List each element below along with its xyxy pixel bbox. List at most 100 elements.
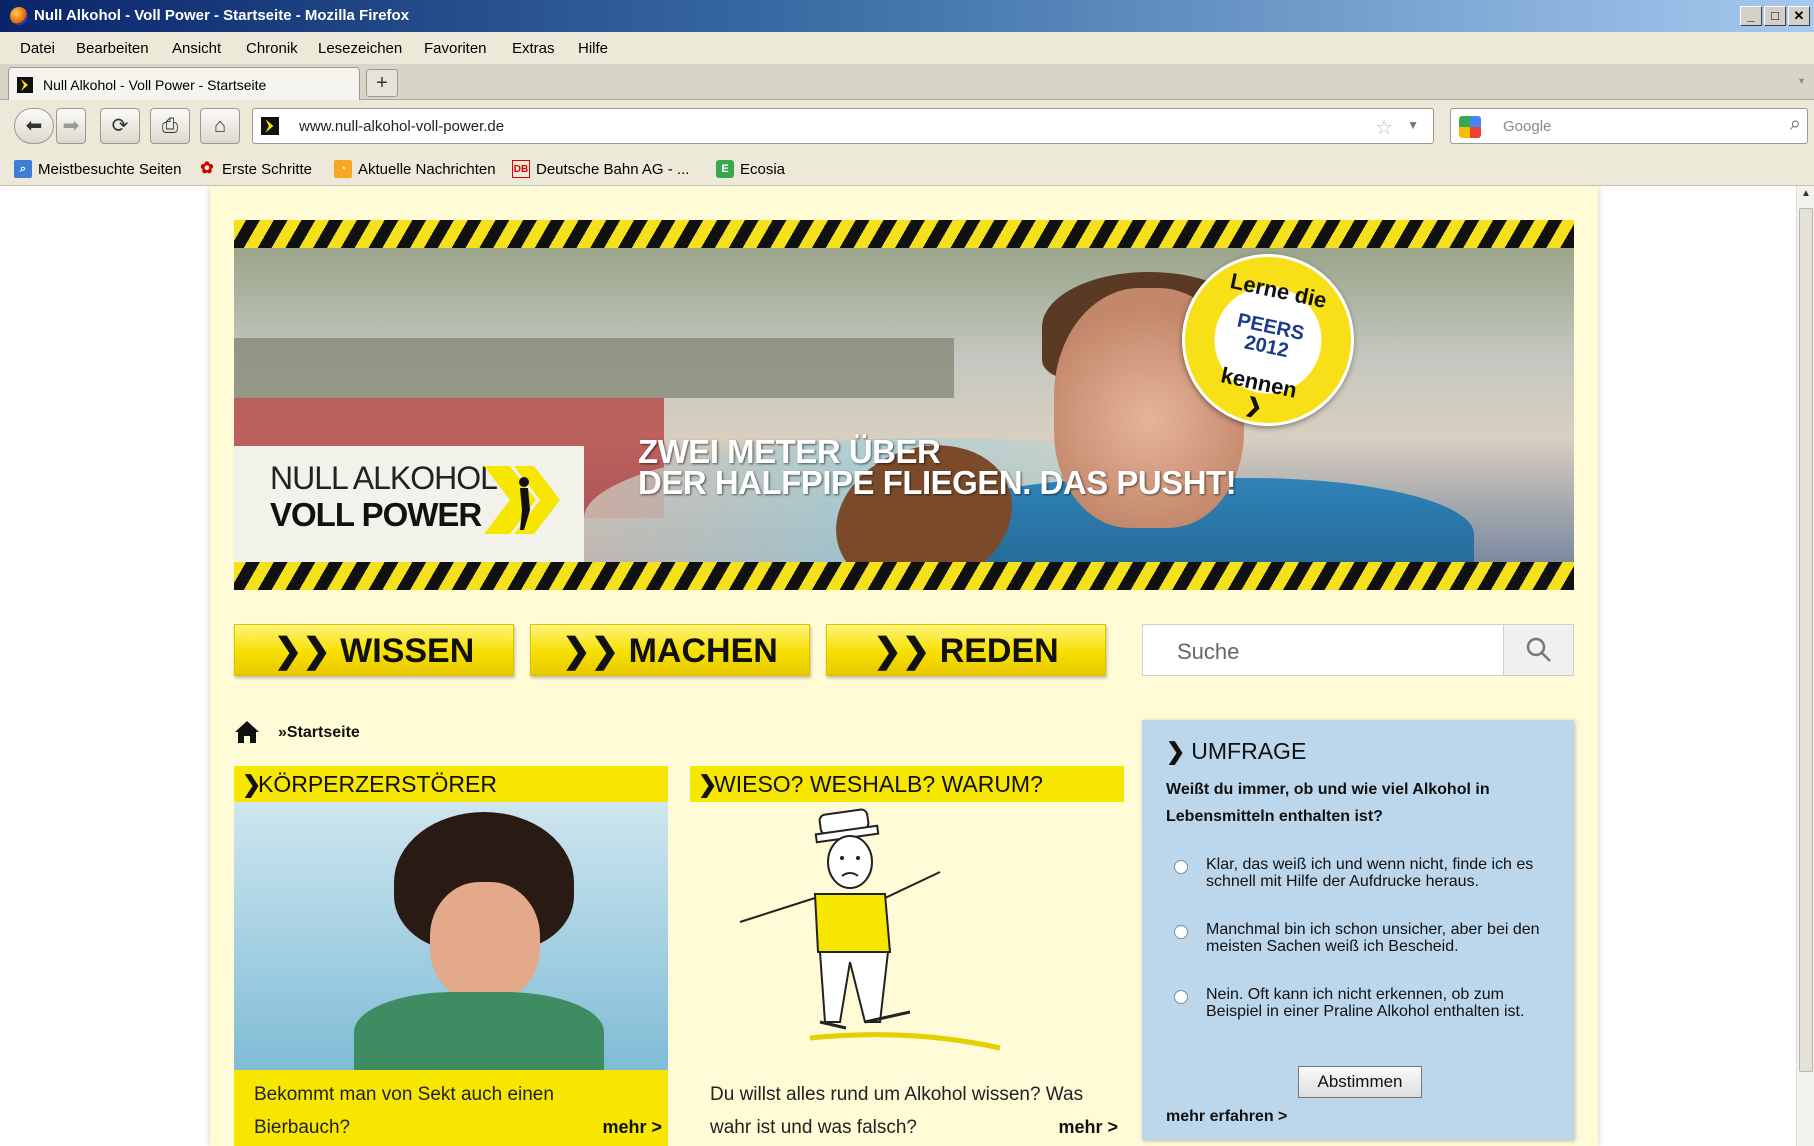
- home-icon[interactable]: [234, 720, 260, 744]
- teaser-wieso-weshalb-warum[interactable]: ❯ WIESO? WESHALB? WARUM? Du willst alles…: [690, 766, 1124, 1146]
- home-icon: ⌂: [213, 115, 227, 137]
- page-viewport: NULL ALKOHOL VOLL POWER ZWEI METER ÜBER …: [0, 186, 1796, 1146]
- poll-option-1[interactable]: Klar, das weiß ich und wenn nicht, finde…: [1166, 856, 1556, 890]
- site-logo[interactable]: NULL ALKOHOL VOLL POWER: [234, 446, 584, 562]
- rss-icon: ◔: [334, 160, 352, 178]
- history-dropdown-icon[interactable]: ▼: [1407, 118, 1419, 132]
- menu-ansicht[interactable]: Ansicht: [172, 40, 221, 57]
- site-search-button[interactable]: [1503, 625, 1573, 675]
- teaser-title-text: KÖRPERZERSTÖRER: [258, 771, 497, 797]
- radio-button[interactable]: [1174, 860, 1188, 874]
- menu-bearbeiten[interactable]: Bearbeiten: [76, 40, 149, 57]
- image-face: [430, 882, 540, 1002]
- teaser-text-body: Du willst alles rund um Alkohol wissen? …: [710, 1084, 1084, 1138]
- menu-chronik[interactable]: Chronik: [246, 40, 298, 57]
- menu-favoriten[interactable]: Favoriten: [424, 40, 487, 57]
- poll-title: ❯ UMFRAGE: [1166, 738, 1306, 765]
- teaser-text-body: Bekommt man von Sekt auch einen Bierbauc…: [254, 1084, 554, 1138]
- nav-wissen-button[interactable]: ❯❯ WISSEN: [234, 624, 514, 676]
- more-link[interactable]: mehr >: [602, 1111, 662, 1144]
- window-title: Null Alkohol - Voll Power - Startseite -…: [34, 7, 410, 24]
- teaser-image-skater-cartoon[interactable]: [690, 802, 1124, 1070]
- poll-option-label: Klar, das weiß ich und wenn nicht, finde…: [1206, 856, 1534, 890]
- logo-text-line1: NULL ALKOHOL: [270, 460, 498, 496]
- bookmark-star-icon[interactable]: ☆: [1375, 115, 1393, 140]
- tab-startseite[interactable]: Null Alkohol - Voll Power - Startseite: [8, 67, 360, 100]
- bookmark-label: Aktuelle Nachrichten: [358, 160, 496, 178]
- address-bar[interactable]: www.null-alkohol-voll-power.de ☆ ▼: [252, 108, 1434, 144]
- poll-title-text: UMFRAGE: [1191, 738, 1307, 764]
- back-button[interactable]: ⬅: [14, 108, 54, 144]
- menu-lesezeichen[interactable]: Lesezeichen: [318, 40, 402, 57]
- hero-banner[interactable]: NULL ALKOHOL VOLL POWER ZWEI METER ÜBER …: [234, 220, 1574, 590]
- tab-bar: Null Alkohol - Voll Power - Startseite +…: [0, 64, 1814, 100]
- bookmark-ecosia[interactable]: E Ecosia: [716, 160, 785, 178]
- more-link[interactable]: mehr >: [1058, 1111, 1118, 1144]
- bookmarks-toolbar: ⌕ Meistbesuchte Seiten ✿ Erste Schritte …: [0, 152, 1814, 186]
- db-icon: DB: [512, 160, 530, 178]
- radio-button[interactable]: [1174, 990, 1188, 1004]
- google-icon[interactable]: [1459, 116, 1481, 138]
- chevron-right-icon: ❯: [1166, 738, 1186, 764]
- tab-label: Null Alkohol - Voll Power - Startseite: [43, 77, 267, 93]
- print-button[interactable]: ⎙: [150, 108, 190, 144]
- chevron-right-icon: ❯: [698, 771, 718, 797]
- skater-cartoon-illustration: [739, 808, 1001, 1051]
- maximize-button[interactable]: □: [1764, 6, 1786, 26]
- radio-button[interactable]: [1174, 925, 1188, 939]
- banner-stripe-top: [234, 220, 1574, 248]
- scroll-up-icon[interactable]: ▲: [1799, 188, 1813, 202]
- bookmark-erste-schritte[interactable]: ✿ Erste Schritte: [198, 160, 312, 178]
- close-button[interactable]: ✕: [1788, 6, 1810, 26]
- poll-question: Weißt du immer, ob und wie viel Alkohol …: [1166, 781, 1490, 825]
- vertical-scrollbar[interactable]: ▲: [1796, 186, 1814, 1146]
- new-tab-button[interactable]: +: [366, 69, 398, 97]
- bookmark-deutsche-bahn[interactable]: DB Deutsche Bahn AG - ...: [512, 160, 689, 178]
- teaser-title: ❯ WIESO? WESHALB? WARUM?: [690, 766, 1124, 802]
- bookmark-aktuelle-nachrichten[interactable]: ◔ Aktuelle Nachrichten: [334, 160, 496, 178]
- firefox-icon: ✿: [200, 160, 214, 177]
- logo-text-line2: VOLL POWER: [270, 496, 482, 533]
- search-icon[interactable]: ⌕: [1790, 113, 1801, 136]
- chevron-right-icon: ❯: [242, 771, 262, 797]
- browser-search-field[interactable]: Google ⌕: [1450, 108, 1808, 144]
- minimize-button[interactable]: _: [1740, 6, 1762, 26]
- address-url: www.null-alkohol-voll-power.de: [299, 118, 505, 135]
- reload-button[interactable]: ⟳: [100, 108, 140, 144]
- banner-headline: ZWEI METER ÜBER DER HALFPIPE FLIEGEN. DA…: [638, 435, 1237, 499]
- navigation-toolbar: ⬅ ➡ ⟳ ⎙ ⌂ www.null-alkohol-voll-power.de…: [0, 100, 1814, 152]
- teaser-text: Du willst alles rund um Alkohol wissen? …: [690, 1070, 1124, 1146]
- bookmark-label: Deutsche Bahn AG - ...: [536, 160, 690, 178]
- site-search-input[interactable]: Suche: [1142, 624, 1574, 676]
- double-chevron-icon: ❯❯: [273, 632, 331, 670]
- teaser-koerperzerstoerer[interactable]: ❯ KÖRPERZERSTÖRER Bekommt man von Sekt a…: [234, 766, 668, 1146]
- nav-wissen-label: WISSEN: [340, 632, 475, 670]
- forward-button[interactable]: ➡: [56, 108, 86, 144]
- arrow-right-icon: ➡: [62, 115, 80, 137]
- menu-hilfe[interactable]: Hilfe: [578, 40, 608, 57]
- tab-list-icon[interactable]: ▾: [1799, 76, 1804, 87]
- nav-machen-button[interactable]: ❯❯ MACHEN: [530, 624, 810, 676]
- image-swimsuit: [354, 992, 604, 1070]
- site-favicon: [261, 117, 279, 135]
- menu-extras[interactable]: Extras: [512, 40, 555, 57]
- printer-icon: ⎙: [162, 115, 178, 137]
- poll-more-link[interactable]: mehr erfahren >: [1166, 1108, 1287, 1126]
- poll-option-label: Manchmal bin ich schon unsicher, aber be…: [1206, 921, 1540, 955]
- menu-datei[interactable]: Datei: [20, 40, 55, 57]
- nav-reden-button[interactable]: ❯❯ REDEN: [826, 624, 1106, 676]
- poll-option-2[interactable]: Manchmal bin ich schon unsicher, aber be…: [1166, 921, 1556, 955]
- poll-option-3[interactable]: Nein. Oft kann ich nicht erkennen, ob zu…: [1166, 986, 1556, 1020]
- teaser-image-underwater-girl[interactable]: [234, 802, 668, 1070]
- poll-widget: ❯ UMFRAGE Weißt du immer, ob und wie viel…: [1142, 720, 1574, 1140]
- double-chevron-icon: ❯❯: [562, 632, 620, 670]
- teaser-title: ❯ KÖRPERZERSTÖRER: [234, 766, 668, 802]
- menu-bar: Datei Bearbeiten Ansicht Chronik Lesezei…: [0, 32, 1814, 64]
- bookmark-label: Erste Schritte: [222, 160, 313, 178]
- bookmark-meistbesuchte[interactable]: ⌕ Meistbesuchte Seiten: [14, 160, 181, 178]
- breadcrumb: »Startseite: [278, 724, 360, 741]
- vote-button[interactable]: Abstimmen: [1298, 1066, 1422, 1098]
- scrollbar-thumb[interactable]: [1799, 208, 1813, 1072]
- home-button[interactable]: ⌂: [200, 108, 240, 144]
- firefox-icon: [10, 7, 28, 25]
